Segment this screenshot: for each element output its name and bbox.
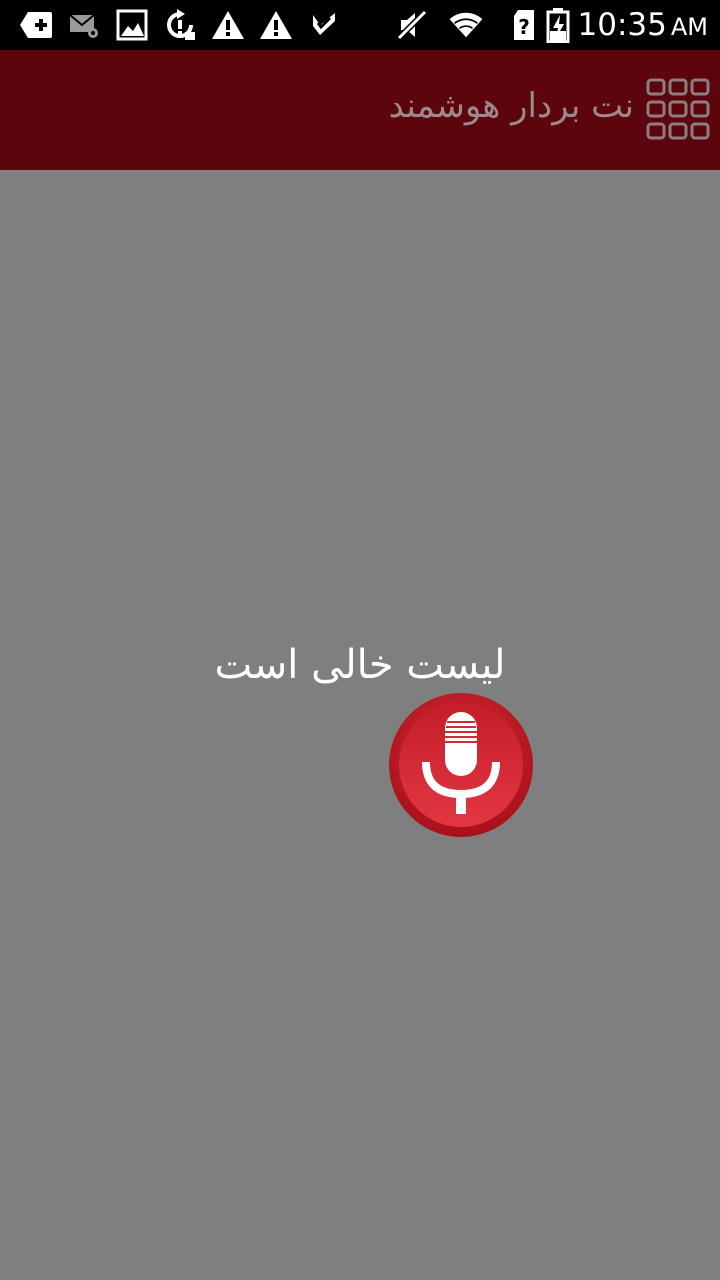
notes-list-area: لیست خالی است [0,170,720,1280]
svg-text:?: ? [518,15,530,39]
sim-unknown-icon: ? [506,7,542,43]
warning-icon [210,7,246,43]
warning-icon [258,7,294,43]
status-bar: ? 10:35 AM [0,0,720,50]
battery-charging-icon [540,7,576,43]
empty-list-message: لیست خالی است [214,642,506,688]
clock-time: 10:35 [577,7,667,43]
status-clock: 10:35 AM [578,6,708,44]
email-settings-icon [66,7,102,43]
record-voice-button[interactable] [388,692,534,838]
app-bar: نت بردار هوشمند [0,50,720,170]
add-notification-icon [18,7,54,43]
gallery-icon [114,7,150,43]
check-download-icon [306,7,342,43]
clock-ampm: AM [670,13,708,41]
wifi-icon [448,7,484,43]
app-title: نت بردار هوشمند [388,86,634,126]
grid-menu-icon[interactable] [646,78,710,142]
sync-alert-icon [162,7,198,43]
microphone-icon [389,693,533,837]
mute-icon [394,7,430,43]
